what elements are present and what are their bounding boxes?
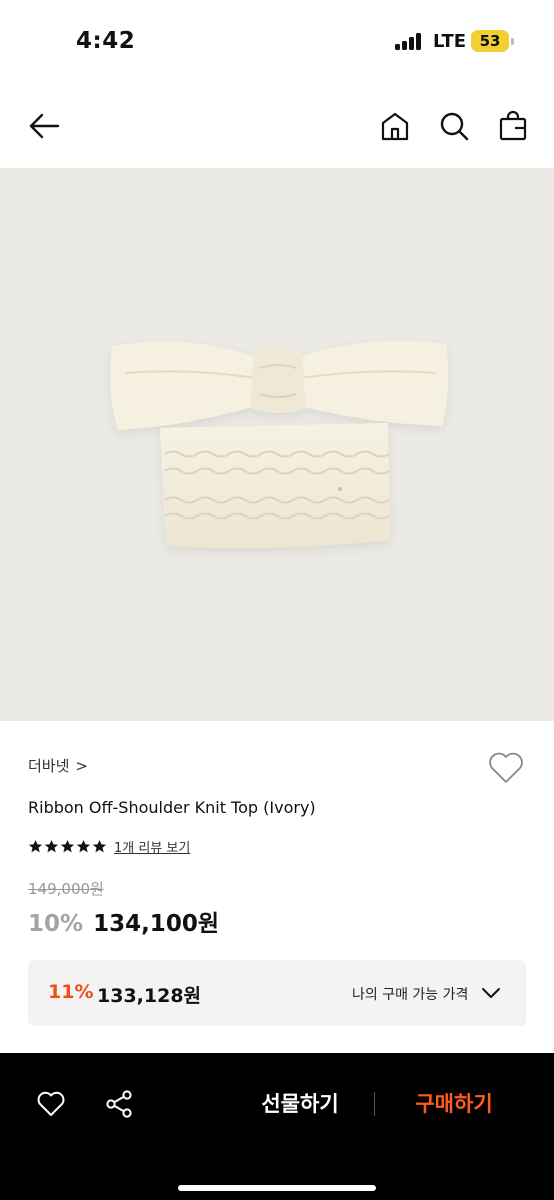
chevron-right-icon: > bbox=[75, 756, 88, 775]
star-icon bbox=[60, 840, 75, 853]
arrow-left-icon bbox=[29, 113, 60, 139]
home-indicator bbox=[178, 1185, 376, 1191]
star-icon bbox=[28, 840, 43, 853]
home-button[interactable] bbox=[377, 108, 413, 144]
product-title: Ribbon Off-Shoulder Knit Top (Ivory) bbox=[28, 798, 316, 817]
home-icon bbox=[381, 112, 409, 141]
divider bbox=[374, 1092, 375, 1116]
heart-icon bbox=[37, 1091, 65, 1116]
review-link[interactable]: 1개 리뷰 보기 bbox=[114, 837, 190, 856]
wishlist-button[interactable] bbox=[486, 748, 526, 788]
original-price: 149,000원 bbox=[28, 880, 104, 898]
star-icon bbox=[92, 840, 107, 853]
wishlist-bottom-button[interactable] bbox=[34, 1087, 68, 1121]
discount-rate: 10% bbox=[28, 911, 84, 937]
shopping-bag-icon bbox=[499, 110, 527, 141]
my-price: 133,128원 bbox=[97, 985, 202, 1007]
battery-icon: 53 bbox=[471, 30, 509, 52]
star-icon bbox=[76, 840, 91, 853]
bag-button[interactable] bbox=[495, 108, 531, 144]
my-discount-rate: 11% bbox=[48, 981, 94, 1003]
back-button[interactable] bbox=[26, 108, 62, 144]
product-image[interactable] bbox=[0, 168, 554, 721]
gift-button[interactable]: 선물하기 bbox=[240, 1087, 360, 1121]
heart-icon bbox=[489, 752, 523, 783]
star-icon bbox=[44, 840, 59, 853]
price-row: 10% 134,100원 bbox=[28, 904, 219, 938]
brand-name: 더바넷 bbox=[28, 757, 70, 775]
my-price-dropdown[interactable]: 11% 133,128원 나의 구매 가능 가격 bbox=[28, 960, 526, 1026]
status-bar: 4:42 LTE 53 bbox=[0, 0, 554, 84]
sale-price: 134,100원 bbox=[93, 911, 219, 937]
purchase-button[interactable]: 구매하기 bbox=[394, 1087, 514, 1121]
search-button[interactable] bbox=[436, 108, 472, 144]
search-icon bbox=[440, 112, 469, 141]
my-price-label: 나의 구매 가능 가격 bbox=[352, 987, 469, 1003]
share-icon bbox=[106, 1090, 132, 1118]
bottom-action-bar: 선물하기 구매하기 bbox=[0, 1053, 554, 1200]
battery-tip bbox=[511, 38, 514, 45]
brand-link[interactable]: 더바넷 > bbox=[28, 755, 88, 776]
status-time: 4:42 bbox=[76, 28, 136, 54]
rating-row: 1개 리뷰 보기 bbox=[28, 837, 190, 856]
share-button[interactable] bbox=[102, 1087, 136, 1121]
knit-top-illustration bbox=[110, 340, 449, 548]
signal-icon bbox=[395, 33, 423, 50]
network-label: LTE bbox=[433, 31, 467, 52]
rating-stars bbox=[28, 839, 107, 854]
nav-bar bbox=[0, 96, 554, 156]
chevron-down-icon bbox=[482, 988, 500, 998]
